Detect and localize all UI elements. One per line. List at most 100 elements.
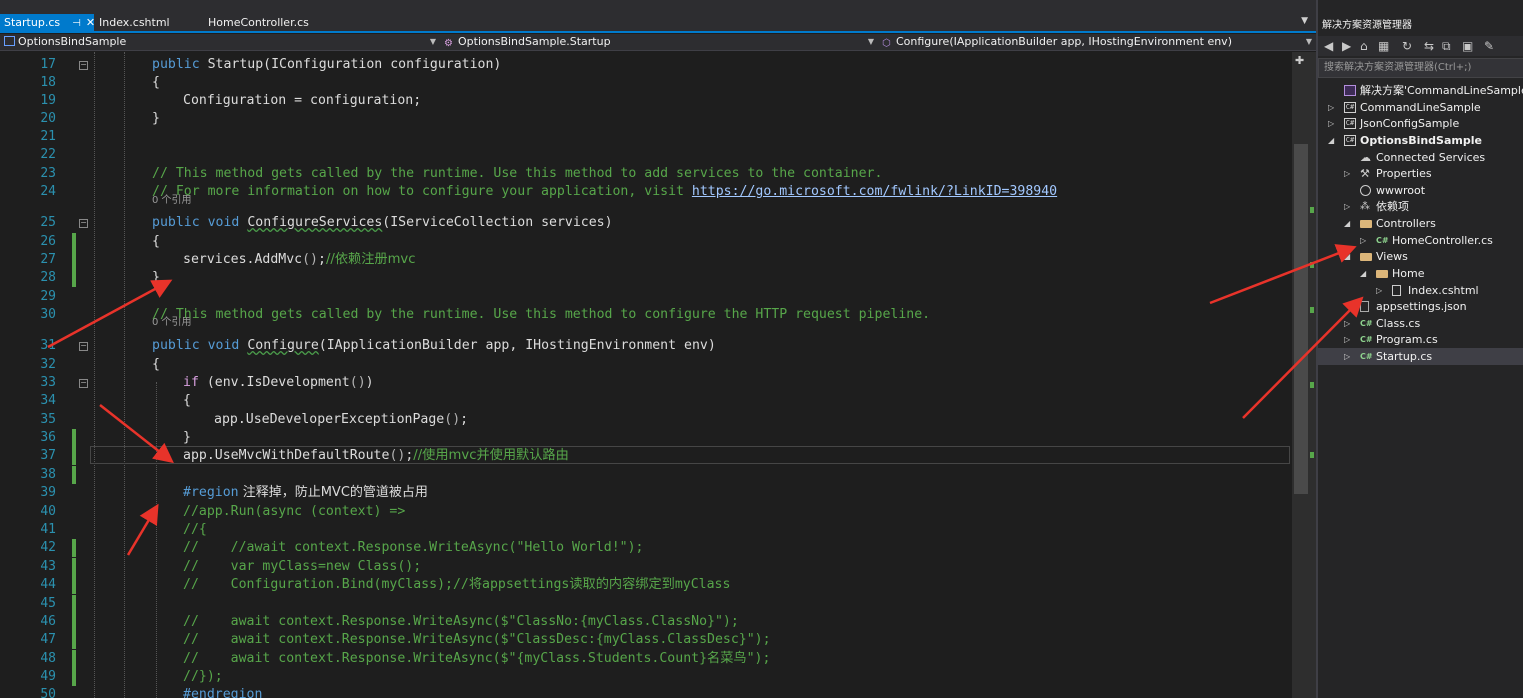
code-line[interactable]: 31 − public void Configure(IApplicationBui…: [0, 337, 1292, 355]
type-name: OptionsBindSample.Startup: [458, 35, 611, 48]
tree-item[interactable]: ▷ Index.cshtml: [1318, 282, 1523, 299]
forward-icon[interactable]: ▶: [1342, 38, 1351, 54]
vertical-scrollbar[interactable]: ✚: [1292, 52, 1316, 698]
collapsed-chevron-icon[interactable]: ▷: [1344, 348, 1350, 365]
collapsed-chevron-icon[interactable]: ▷: [1344, 315, 1350, 332]
tree-item[interactable]: 解决方案'CommandLineSample' (3 个项目): [1318, 82, 1523, 99]
code-line[interactable]: 46 // await context.Response.WriteAsync($…: [0, 613, 1292, 631]
code-line[interactable]: 22: [0, 146, 1292, 164]
collapse-toggle-icon[interactable]: −: [79, 219, 88, 228]
history-icon[interactable]: ↻: [1402, 38, 1412, 54]
change-indicator: [72, 613, 76, 631]
line-number: 39: [40, 485, 56, 500]
code-line[interactable]: 23 // This method gets called by the runt…: [0, 165, 1292, 183]
expanded-chevron-icon[interactable]: ◢: [1344, 248, 1350, 265]
hyperlink[interactable]: https://go.microsoft.com/fwlink/?LinkID=…: [692, 184, 1057, 199]
code-line[interactable]: 40 //app.Run(async (context) =>: [0, 503, 1292, 521]
code-line[interactable]: 19 Configuration = configuration;: [0, 92, 1292, 110]
tab-index-cshtml[interactable]: Index.cshtml: [95, 14, 200, 31]
expanded-chevron-icon[interactable]: ◢: [1328, 132, 1334, 149]
code-line[interactable]: 18 {: [0, 74, 1292, 92]
collapsed-chevron-icon[interactable]: ▷: [1360, 232, 1366, 249]
collapse-toggle-icon[interactable]: −: [79, 379, 88, 388]
collapsed-chevron-icon[interactable]: ▷: [1328, 115, 1334, 132]
type-dropdown[interactable]: ⚙ OptionsBindSample.Startup ▼: [440, 34, 876, 50]
pin-icon[interactable]: ⊣: [72, 15, 81, 32]
back-icon[interactable]: ◀: [1324, 38, 1333, 54]
code-line[interactable]: 41 //{: [0, 521, 1292, 539]
code-line[interactable]: 20}: [0, 110, 1292, 128]
code-line[interactable]: 33 − if (env.IsDevelopment()): [0, 374, 1292, 392]
close-icon[interactable]: ✕: [86, 14, 95, 31]
code-line[interactable]: 17 − public Startup(IConfiguration configu…: [0, 56, 1292, 74]
code-line[interactable]: 42 // //await context.Response.WriteAsync…: [0, 539, 1292, 557]
line-number: 30: [40, 307, 56, 322]
code-line[interactable]: 36}: [0, 429, 1292, 447]
tree-item[interactable]: ▷ ⚒ Properties: [1318, 165, 1523, 182]
collapsed-chevron-icon[interactable]: ▷: [1344, 198, 1350, 215]
tree-item[interactable]: ☁ Connected Services: [1318, 149, 1523, 166]
tree-item[interactable]: ▷ C# HomeController.cs: [1318, 232, 1523, 249]
tree-item[interactable]: ◢ Controllers: [1318, 215, 1523, 232]
code-line[interactable]: 25 − public void ConfigureServices(IServic…: [0, 214, 1292, 232]
collapsed-chevron-icon[interactable]: ▷: [1328, 99, 1334, 116]
tree-item[interactable]: ▷ C# JsonConfigSample: [1318, 115, 1523, 132]
code-line[interactable]: 37 app.UseMvcWithDefaultRoute();//使用mvc并使…: [0, 447, 1292, 465]
code-line[interactable]: 26 {: [0, 233, 1292, 251]
code-line[interactable]: 45: [0, 595, 1292, 613]
code-line[interactable]: 32 {: [0, 356, 1292, 374]
project-dropdown[interactable]: OptionsBindSample ▼: [0, 34, 438, 50]
tree-item[interactable]: ▷ ⁂ 依赖项: [1318, 198, 1523, 215]
code-line[interactable]: 43 // var myClass=new Class();: [0, 558, 1292, 576]
tree-item[interactable]: ▷ C# Class.cs: [1318, 315, 1523, 332]
code-line[interactable]: 30 // This method gets called by the runt…: [0, 306, 1292, 324]
code-line[interactable]: 28}: [0, 269, 1292, 287]
tab-homecontroller-cs[interactable]: HomeController.cs: [204, 14, 334, 31]
collapse-toggle-icon[interactable]: −: [79, 342, 88, 351]
code-line[interactable]: 44 // Configuration.Bind(myClass);//将apps…: [0, 576, 1292, 594]
code-line[interactable]: 34 {: [0, 392, 1292, 410]
expanded-chevron-icon[interactable]: ◢: [1344, 215, 1350, 232]
show-all-files-icon[interactable]: ▣: [1462, 38, 1473, 54]
member-dropdown[interactable]: ⬡ Configure(IApplicationBuilder app, IHos…: [878, 34, 1314, 50]
collapsed-chevron-icon[interactable]: ▷: [1344, 331, 1350, 348]
scrollbar-thumb[interactable]: [1294, 144, 1308, 494]
code-line[interactable]: 24 // For more information on how to conf…: [0, 183, 1292, 201]
solution-explorer-toolbar: ◀ ▶ ⌂ ▦ ↻ ⇆ ⧉ ▣ ✎: [1318, 36, 1523, 56]
code-editor[interactable]: 0 个引用 0 个引用 17− public Startup(IConfigurati…: [0, 52, 1292, 698]
code-line[interactable]: 49 //});: [0, 668, 1292, 686]
tree-item[interactable]: ▷ C# Startup.cs: [1318, 348, 1523, 365]
code-line[interactable]: 29: [0, 288, 1292, 306]
sync-icon[interactable]: ⇆: [1424, 38, 1434, 54]
expanded-chevron-icon[interactable]: ◢: [1360, 265, 1366, 282]
code-line[interactable]: 38: [0, 466, 1292, 484]
code-line[interactable]: 50 #endregion: [0, 686, 1292, 698]
tree-item[interactable]: appsettings.json: [1318, 298, 1523, 315]
code-text: //});: [183, 669, 223, 684]
collapse-all-icon[interactable]: ⧉: [1442, 38, 1451, 54]
tree-item[interactable]: ◢ Views: [1318, 248, 1523, 265]
properties-wrench-icon[interactable]: ✎: [1484, 38, 1494, 54]
home-icon[interactable]: ⌂: [1360, 38, 1368, 54]
split-window-icon[interactable]: ✚: [1295, 54, 1304, 67]
tree-item[interactable]: ▷ C# Program.cs: [1318, 331, 1523, 348]
code-line[interactable]: 48 // await context.Response.WriteAsync($…: [0, 650, 1292, 668]
code-line[interactable]: 21: [0, 128, 1292, 146]
tab-overflow-dropdown-icon[interactable]: ▼: [1301, 16, 1308, 26]
code-line[interactable]: 35 app.UseDeveloperExceptionPage();: [0, 411, 1292, 429]
code-text: }: [152, 111, 160, 126]
line-number: 38: [40, 467, 56, 482]
code-line[interactable]: 39 #region 注释掉，防止MVC的管道被占用: [0, 484, 1292, 502]
collapsed-chevron-icon[interactable]: ▷: [1344, 165, 1350, 182]
switch-views-icon[interactable]: ▦: [1378, 38, 1389, 54]
tree-item[interactable]: ◢ Home: [1318, 265, 1523, 282]
tree-item[interactable]: ◢ C# OptionsBindSample: [1318, 132, 1523, 149]
solution-search-input[interactable]: 搜索解决方案资源管理器(Ctrl+;): [1318, 58, 1523, 78]
collapsed-chevron-icon[interactable]: ▷: [1376, 282, 1382, 299]
tab-startup-cs[interactable]: Startup.cs ⊣ ✕: [0, 14, 95, 32]
collapse-toggle-icon[interactable]: −: [79, 61, 88, 70]
tree-item[interactable]: wwwroot: [1318, 182, 1523, 199]
tree-item[interactable]: ▷ C# CommandLineSample: [1318, 99, 1523, 116]
code-line[interactable]: 47 // await context.Response.WriteAsync($…: [0, 631, 1292, 649]
code-line[interactable]: 27 services.AddMvc();//依赖注册mvc: [0, 251, 1292, 269]
